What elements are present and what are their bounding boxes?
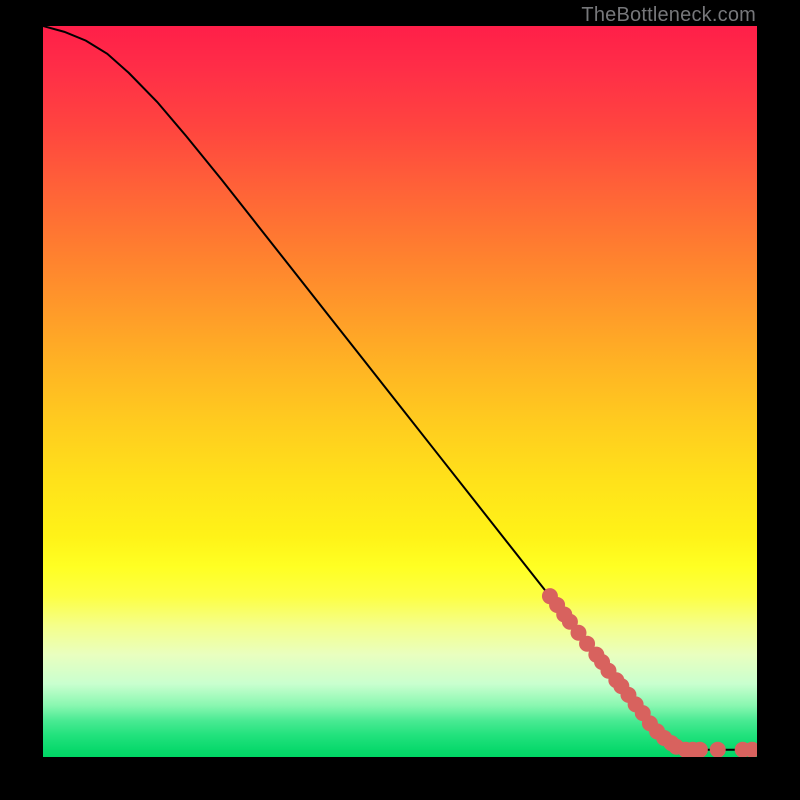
data-point — [692, 742, 707, 757]
data-point — [710, 742, 725, 757]
chart-container: TheBottleneck.com — [0, 0, 800, 800]
scatter-points — [43, 26, 757, 757]
watermark-text: TheBottleneck.com — [581, 4, 756, 27]
data-point — [745, 742, 758, 757]
plot-area — [43, 26, 757, 757]
